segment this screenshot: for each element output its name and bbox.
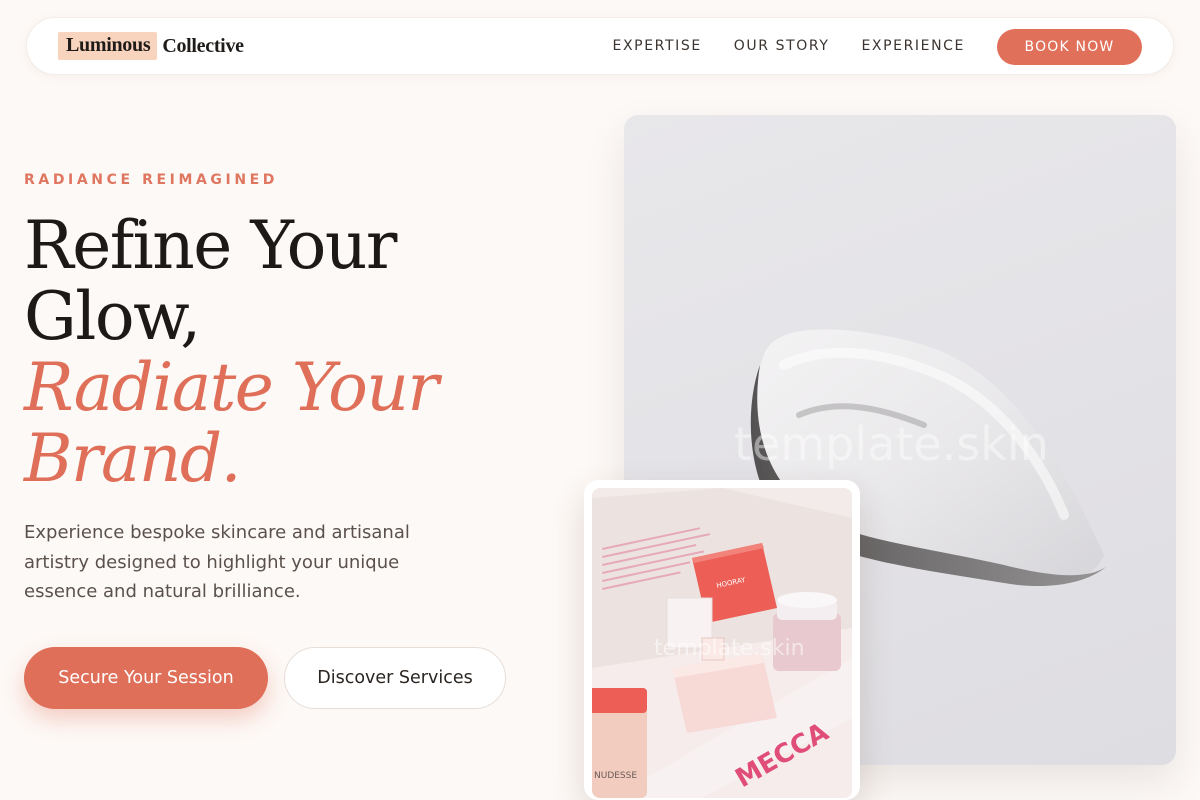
headline-accent-line-2: Brand.: [24, 420, 242, 497]
product-photo-card: MECCA HOORAY NUDESSE template.skin: [584, 480, 860, 800]
product-image-watermark: template.skin: [654, 636, 805, 661]
headline-line-2: Glow,: [24, 278, 201, 355]
hero-headline: Refine Your Glow, Radiate Your Brand.: [24, 210, 564, 494]
headline-accent-line-1: Radiate Your: [24, 349, 439, 426]
headline-line-1: Refine Your: [24, 207, 397, 284]
secure-session-button[interactable]: Secure Your Session: [24, 647, 268, 709]
jar-label: NUDESSE: [594, 771, 637, 781]
hero-eyebrow: RADIANCE REIMAGINED: [24, 172, 279, 188]
brand-logo-text: Collective: [162, 34, 244, 57]
nav-link-experience[interactable]: EXPERIENCE: [861, 38, 965, 54]
book-now-button[interactable]: BOOK NOW: [997, 29, 1142, 65]
discover-services-button[interactable]: Discover Services: [284, 647, 506, 709]
nav-link-expertise[interactable]: EXPERTISE: [613, 38, 702, 54]
hero-lead-text: Experience bespoke skincare and artisana…: [24, 522, 410, 602]
nav-link-our-story[interactable]: OUR STORY: [734, 38, 830, 54]
brand-logo-highlight: Luminous: [58, 32, 158, 60]
hero-image-watermark: template.skin: [734, 417, 1049, 471]
nav-links: EXPERTISE OUR STORY EXPERIENCE: [613, 38, 965, 54]
top-navigation: Luminous Collective EXPERTISE OUR STORY …: [26, 17, 1174, 75]
brand-logo[interactable]: Luminous Collective: [58, 32, 244, 60]
product-photo: MECCA HOORAY NUDESSE template.skin: [592, 488, 852, 798]
